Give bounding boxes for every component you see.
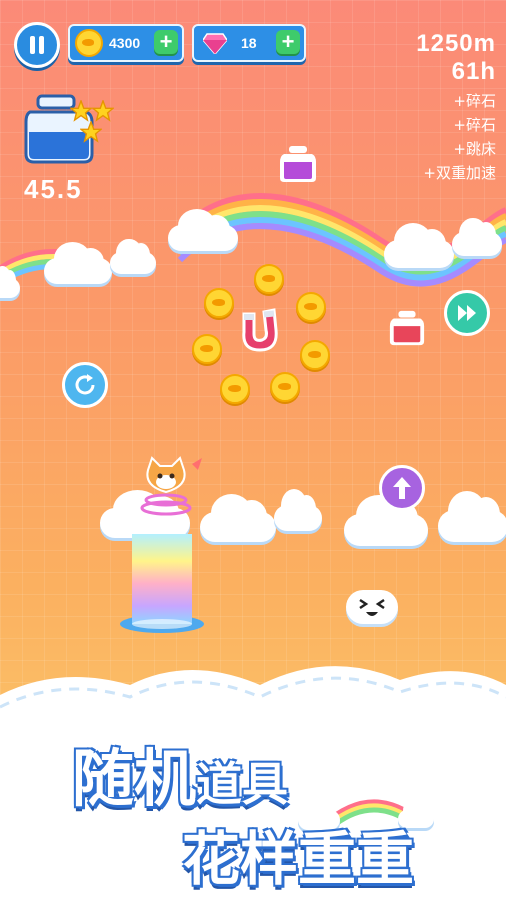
smiley-cloud-enemy [346,590,398,624]
score-readout: 45.5 [24,174,83,204]
red-jar-icon[interactable] [388,308,426,348]
refresh-icon [75,374,95,395]
gem-counter: 18 + [192,24,306,62]
fast-forward-icon [458,305,476,321]
add-gems-button[interactable]: + [276,30,300,54]
coin [220,374,250,404]
purple-jar-icon[interactable] [278,144,318,184]
distance-readout: 1250m [416,30,496,57]
add-coins-button[interactable]: + [154,30,178,54]
bonus-label: +跳床 [453,140,496,158]
cloud [44,242,112,284]
cloud [110,238,156,274]
coin-count: 4300 [109,35,141,51]
coin [296,292,326,322]
coin-counter: 4300 + [68,24,184,62]
coin [204,288,234,318]
bonus-label: +双重加速 [423,164,496,182]
cat-character [140,456,202,516]
fast-forward-bubble-icon[interactable] [444,290,490,336]
promo-title-line1: 随机道具 [72,728,288,818]
gem-count: 18 [241,35,257,51]
coin-icon [75,29,103,57]
refresh-bubble-icon[interactable] [62,362,108,408]
star-icon [80,121,102,143]
up-arrow-icon [393,477,411,499]
promo-title-line2: 花样重重 [182,825,415,893]
coin [192,334,222,364]
promo-title-big: 随机 [72,742,197,815]
cloud [452,217,502,256]
cloud-platform [438,490,506,542]
cloud-platform [200,494,276,542]
star-icon [92,100,114,122]
game-stage: 4300 + 18 + 1250m 61h +碎石 +碎石 +跳床 +双重加速 … [0,0,506,900]
cloud [384,223,454,268]
gem-icon [203,33,227,54]
coin [270,372,300,402]
up-arrow-bubble-icon[interactable] [379,465,425,511]
bonus-label: +碎石 [453,92,496,110]
smiley-face-icon [359,598,385,616]
bonus-label: +碎石 [453,116,496,134]
cloud-platform [344,494,428,546]
cloud [168,209,238,251]
rainbow-tube [120,534,204,633]
coin [254,264,284,294]
coin [300,340,330,370]
cloud [0,266,20,298]
time-readout: 61h [451,58,496,85]
cloud-platform [274,489,322,531]
magnet-icon[interactable] [236,304,284,356]
star-icon [70,100,92,122]
pause-button[interactable] [14,22,60,68]
promo-title-small: 道具 [196,757,289,811]
